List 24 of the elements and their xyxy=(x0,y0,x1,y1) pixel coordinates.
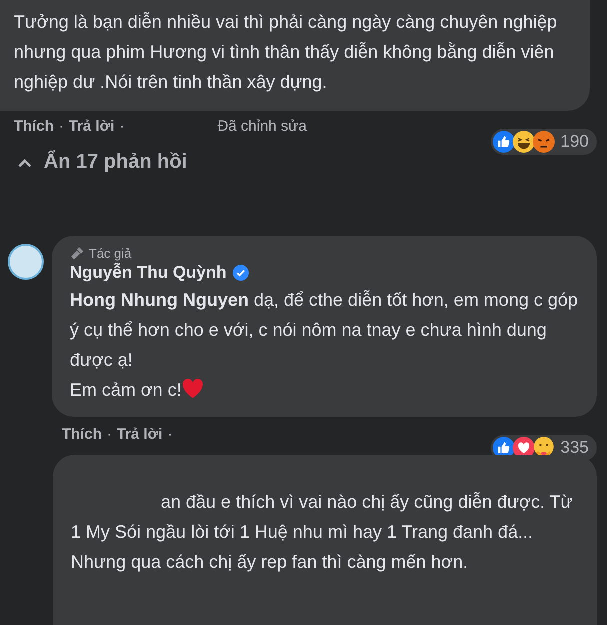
edited-label: Đã chỉnh sửa xyxy=(218,118,307,134)
laughing-face-icon xyxy=(512,131,535,153)
comment-text: Em cảm ơn c! xyxy=(70,380,182,400)
author-badge-label: Tác giả xyxy=(89,246,132,261)
comment-text: Tưởng là bạn diễn nhiều vai thì phải càng ngày càng chuyên nghiệp nhưng qua phim Hương vi tình thân thấy diễn không bằng diễn viên nghiệp dư .Nói trên tinh thần xây dựng. xyxy=(14,12,558,92)
angry-face-icon xyxy=(532,131,555,153)
chevron-up-icon xyxy=(18,158,32,168)
comment-text: Hong Nhung Nguyen dạ, để cthe diễn tốt hơn, em mong c góp ý cụ thể hơn cho e với, c nói nôm na tnay e chưa hình dung được ạ! xyxy=(70,290,578,370)
comment-text: an đầu e thích vì vai nào chị ấy cũng diễn được. Từ 1 My Sói ngầu lòi tới 1 Huệ nhu mì hay 1 Trang đanh đá... xyxy=(71,492,573,542)
thumbs-up-icon xyxy=(492,131,515,153)
comment-action-link[interactable]: Thích xyxy=(62,426,102,442)
author-name[interactable]: Nguyễn Thu Quỳnh xyxy=(70,263,227,283)
comment-action-link[interactable]: Trả lời xyxy=(117,426,163,442)
separator-dot: · xyxy=(107,426,112,442)
comment-text: Nhưng qua cách chị ấy rep fan thì càng mến hơn. xyxy=(71,552,468,572)
avatar-circle[interactable] xyxy=(8,244,44,280)
separator-dot: · xyxy=(168,426,173,442)
hide-replies-link[interactable]: Ẩn 17 phản hồi xyxy=(18,151,188,174)
comment-action-link[interactable]: Trả lời xyxy=(69,118,115,134)
comment-action-link[interactable]: Thích xyxy=(14,118,54,134)
reaction-summary[interactable]: 190 xyxy=(488,127,599,157)
separator-dot: · xyxy=(59,118,64,134)
verified-badge-icon xyxy=(232,265,249,281)
separator-dot: · xyxy=(120,118,125,134)
